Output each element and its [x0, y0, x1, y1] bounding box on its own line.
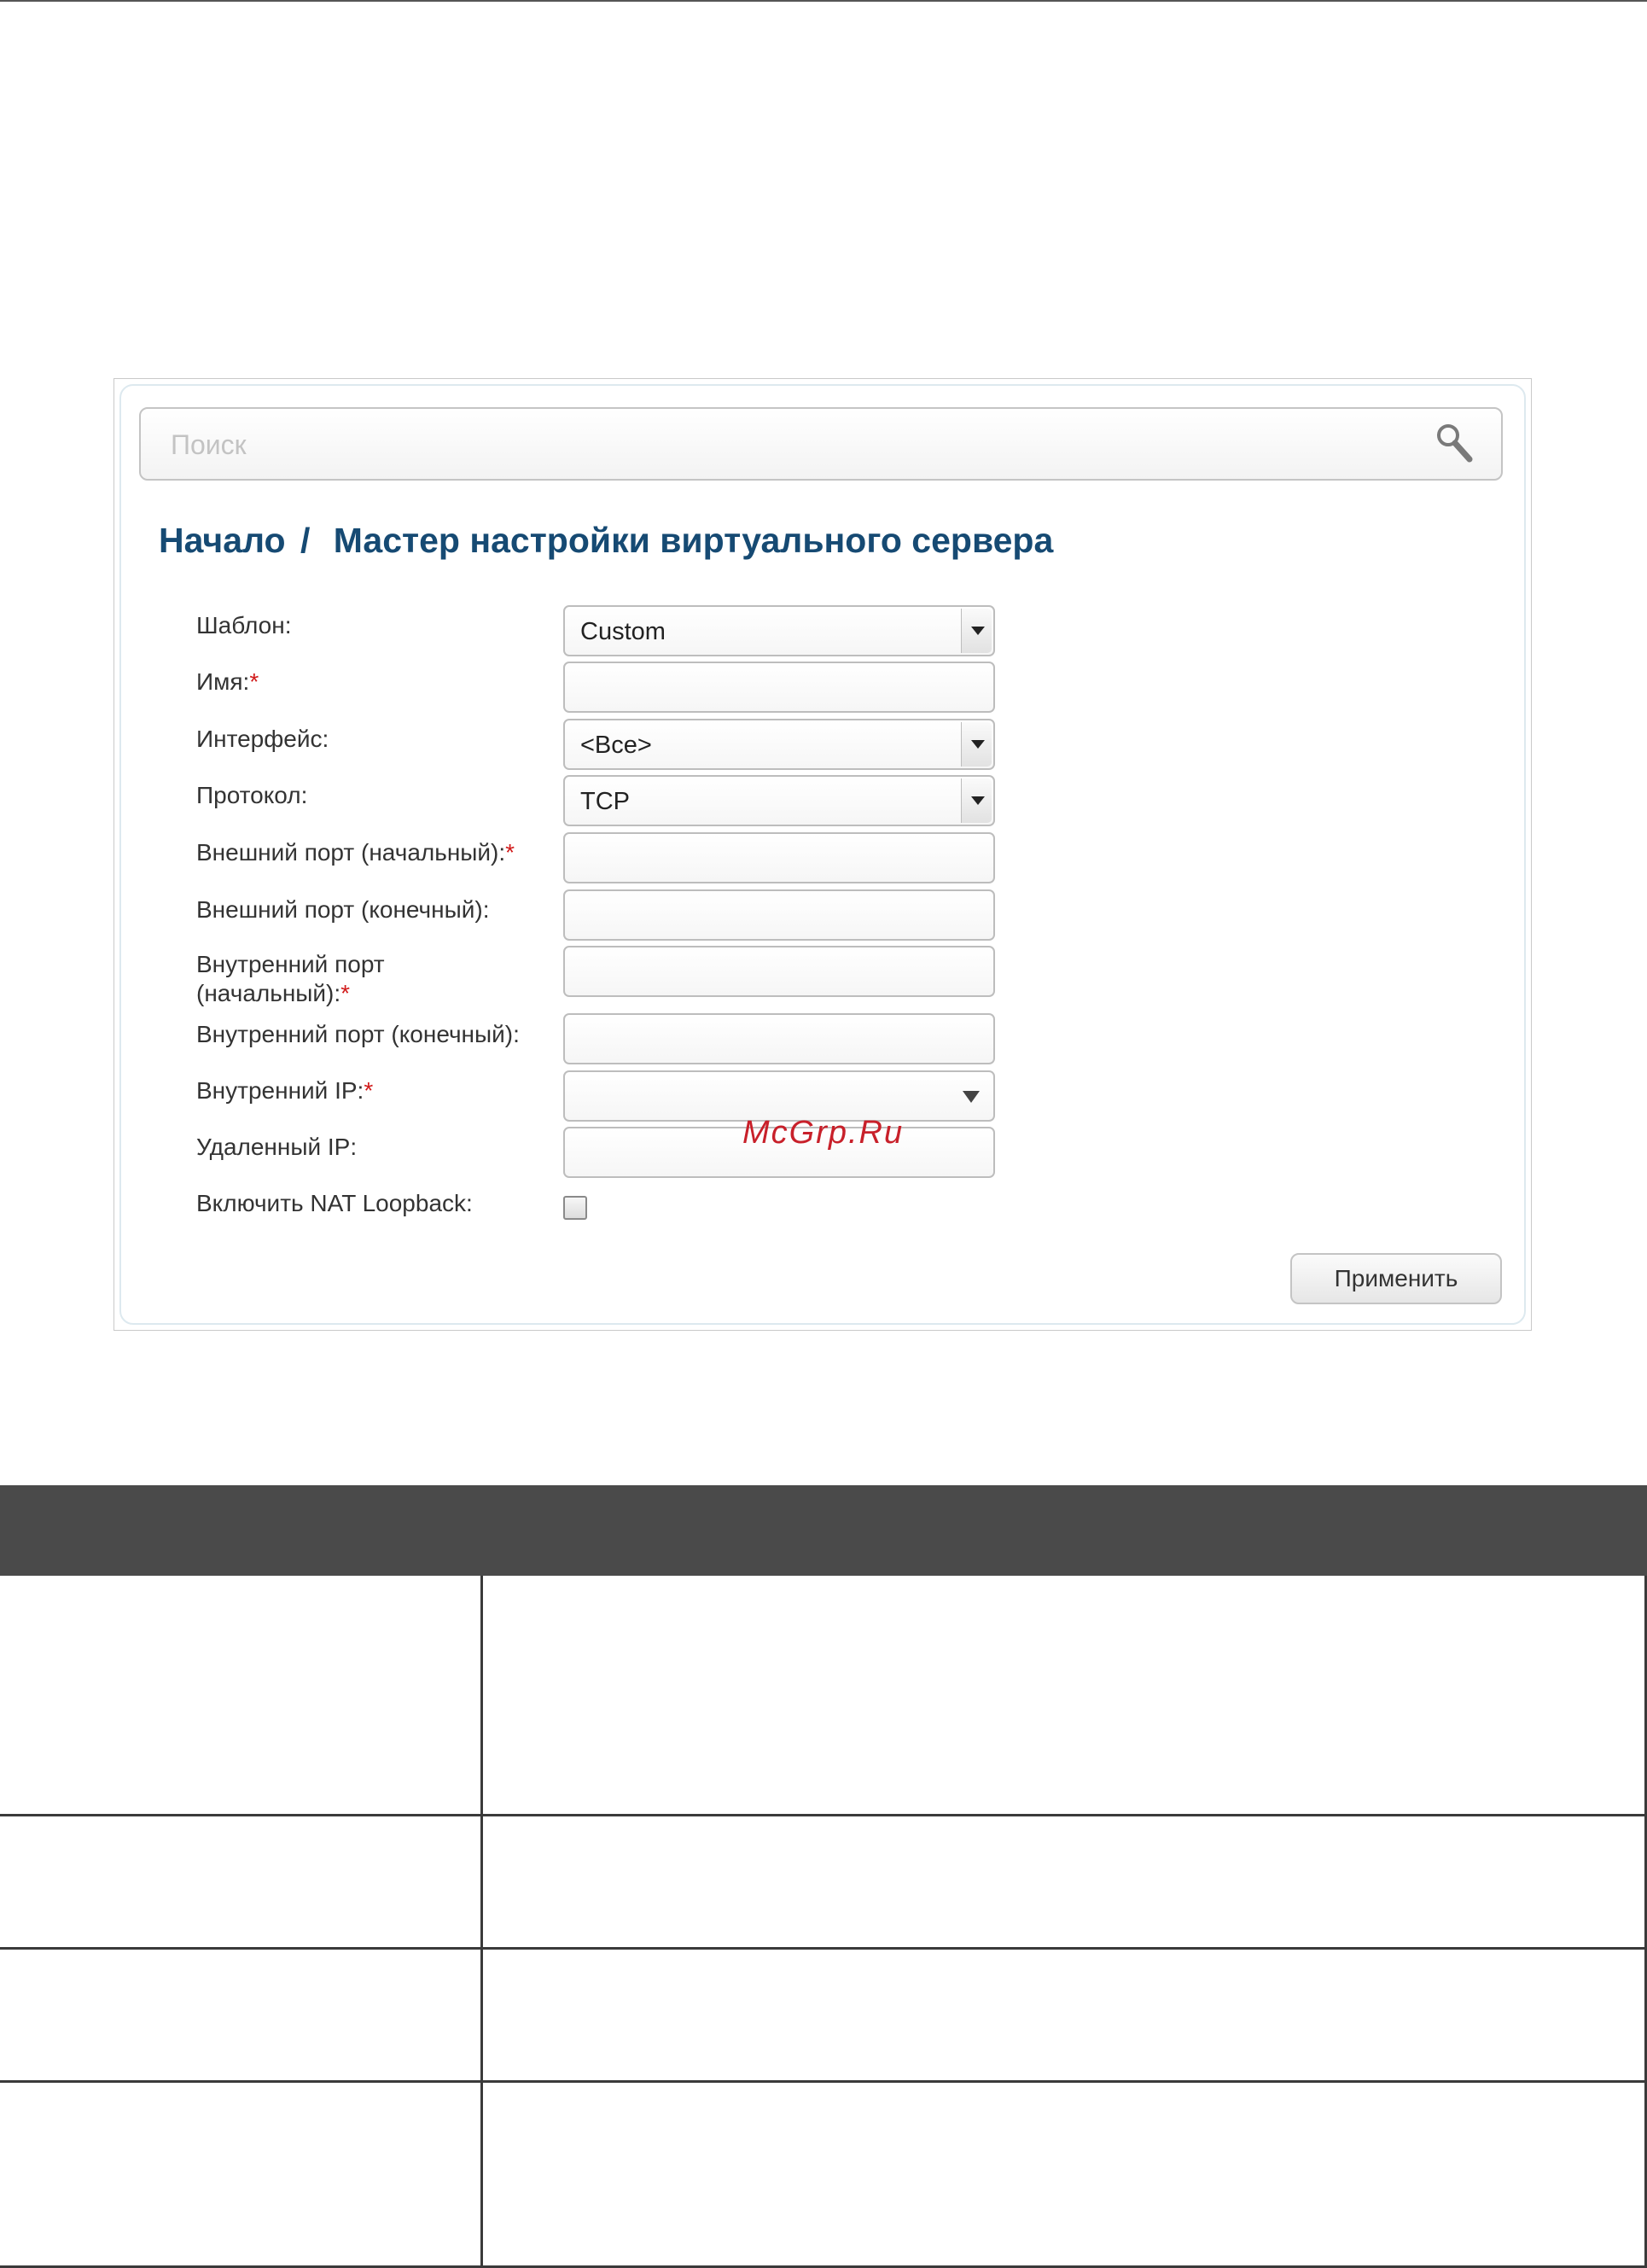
chevron-down-icon[interactable] [961, 609, 992, 653]
protocol-label: Протокол: [196, 782, 308, 808]
search-placeholder: Поиск [171, 429, 247, 460]
protocol-value: TCP [580, 788, 630, 815]
int-port-end-field[interactable] [563, 1013, 995, 1064]
breadcrumb-home[interactable]: Начало [159, 521, 286, 560]
required-marker: * [340, 980, 351, 1006]
int-port-start-label: Внутренний порт (начальный):* [196, 951, 385, 1006]
table-row [0, 1576, 1647, 1816]
breadcrumb: Начало / Мастер настройки виртуального с… [159, 521, 1053, 561]
name-field[interactable] [563, 662, 995, 713]
breadcrumb-separator: / [300, 521, 311, 560]
chevron-down-icon[interactable] [961, 722, 992, 767]
ext-port-end-label: Внешний порт (конечный): [196, 896, 490, 923]
ext-port-start-label: Внешний порт (начальный):* [196, 839, 515, 866]
name-label: Имя:* [196, 668, 259, 695]
protocol-select[interactable]: TCP [563, 775, 995, 826]
required-marker: * [249, 668, 259, 695]
interface-label: Интерфейс: [196, 726, 329, 752]
internal-ip-label: Внутренний IP:* [196, 1077, 374, 1104]
page-title: Мастер настройки виртуального сервера [333, 521, 1054, 560]
remote-ip-label: Удаленный IP: [196, 1134, 358, 1160]
interface-value: <Все> [580, 732, 652, 759]
template-label: Шаблон: [196, 612, 292, 638]
dropdown-arrow-icon[interactable] [963, 1091, 980, 1103]
chevron-down-icon[interactable] [961, 778, 992, 823]
template-value: Custom [580, 618, 666, 645]
ext-port-start-field[interactable] [563, 832, 995, 883]
template-select[interactable]: Custom [563, 605, 995, 656]
int-port-end-label: Внутренний порт (конечный): [196, 1021, 520, 1047]
required-marker: * [505, 839, 515, 866]
ext-port-end-field[interactable] [563, 889, 995, 941]
required-marker: * [364, 1077, 374, 1104]
top-rule [0, 0, 1647, 2]
table-row [0, 1950, 1647, 2083]
table-column-divider [480, 1576, 483, 2268]
apply-button[interactable]: Применить [1290, 1253, 1502, 1304]
table-header [0, 1485, 1647, 1576]
nat-loopback-checkbox[interactable] [563, 1196, 587, 1220]
nat-loopback-label: Включить NAT Loopback: [196, 1190, 473, 1216]
search-icon[interactable] [1434, 421, 1476, 465]
table-row [0, 1816, 1647, 1950]
interface-select[interactable]: <Все> [563, 719, 995, 770]
int-port-start-field[interactable] [563, 946, 995, 997]
table-row [0, 2083, 1647, 2268]
internal-ip-combobox[interactable] [563, 1070, 995, 1122]
search-input[interactable] [139, 407, 1503, 481]
watermark: McGrp.Ru [742, 1115, 905, 1151]
